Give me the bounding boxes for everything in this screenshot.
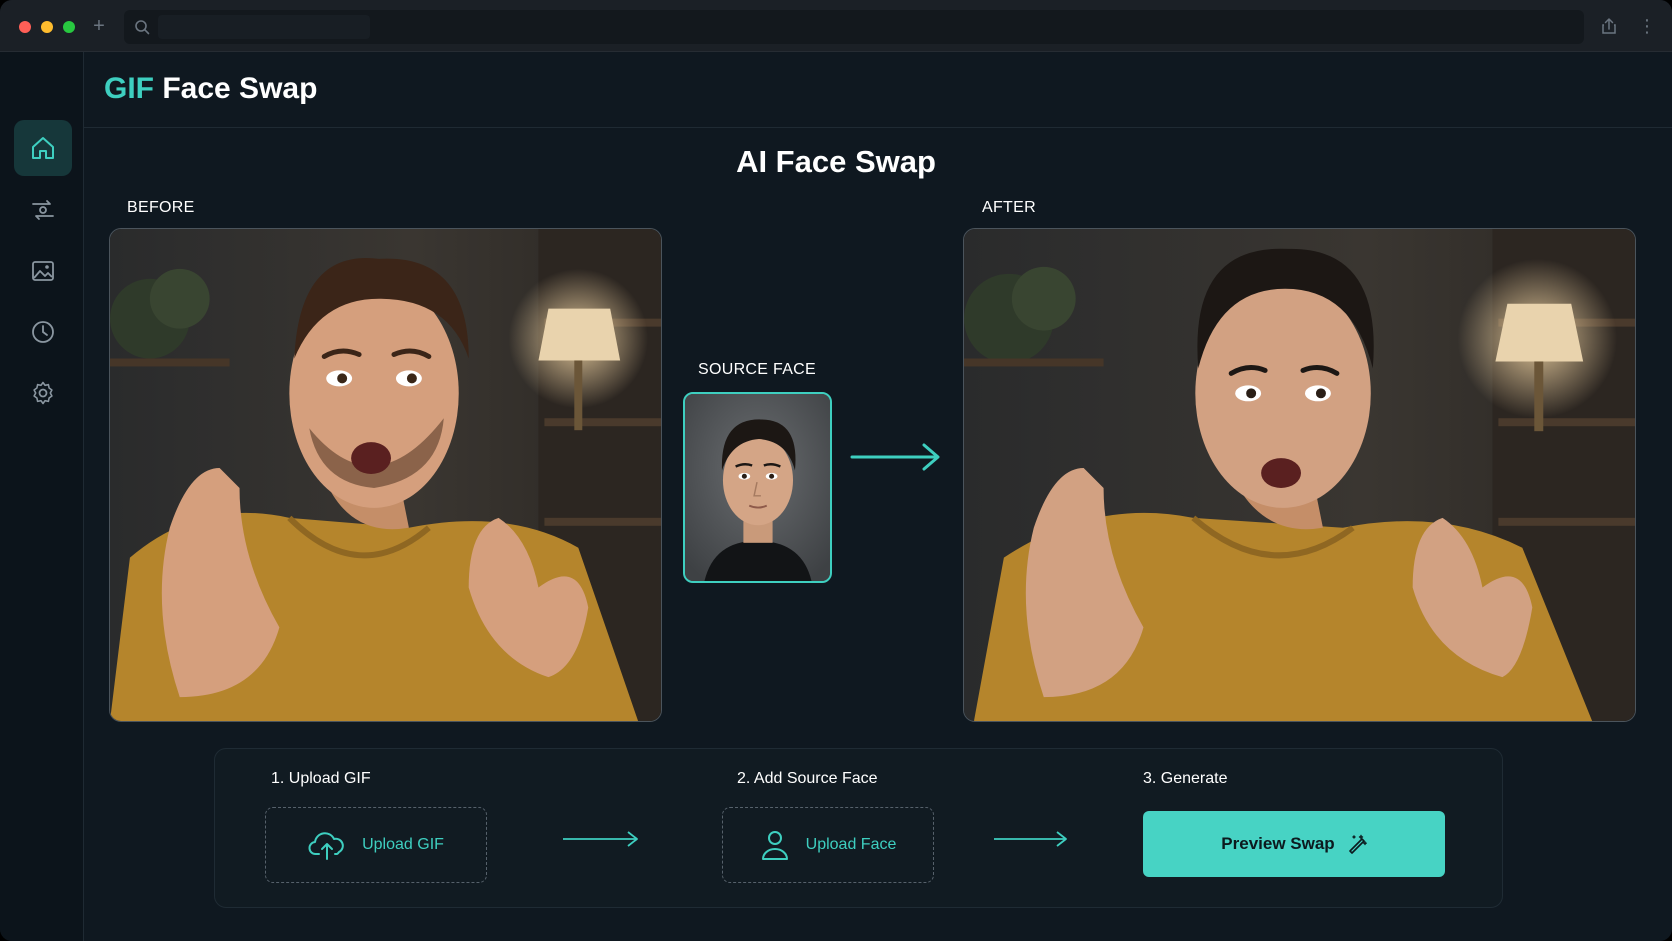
user-icon (761, 831, 788, 860)
sidebar-item-home[interactable] (14, 120, 72, 176)
upload-face-label: Upload Face (805, 836, 897, 853)
after-image (963, 228, 1636, 722)
upload-gif-button[interactable]: Upload GIF (265, 807, 487, 883)
step2-title: 2. Add Source Face (737, 770, 878, 787)
face-swap-icon (32, 200, 54, 220)
url-field[interactable] (158, 15, 370, 39)
step3-title: 3. Generate (1143, 770, 1228, 787)
app-header: GIF Face Swap (84, 52, 1672, 128)
minimize-window-button[interactable] (41, 21, 53, 33)
app-window: + ⋮ GIF Face Swap AI Face Swap BEFORE AF… (0, 0, 1672, 941)
preview-swap-label: Preview Swap (1221, 834, 1335, 853)
sidebar-item-settings[interactable] (14, 365, 72, 421)
maximize-window-button[interactable] (63, 21, 75, 33)
before-image (109, 228, 662, 722)
page-title: AI Face Swap (736, 144, 936, 179)
steps-panel: 1. Upload GIF Upload GIF 2. Add Source F… (214, 748, 1503, 908)
new-tab-icon[interactable]: + (89, 16, 109, 36)
search-icon (135, 20, 150, 35)
magic-wand-icon (1348, 834, 1367, 854)
step-arrow-icon (563, 831, 638, 847)
cloud-upload-icon (308, 832, 344, 860)
share-icon[interactable] (1600, 17, 1618, 35)
upload-face-button[interactable]: Upload Face (722, 807, 934, 883)
app-brand: GIF Face Swap (104, 72, 317, 106)
transform-arrow-icon (850, 443, 940, 471)
sidebar-item-history[interactable] (14, 304, 72, 360)
brand-name: Face Swap (162, 72, 318, 105)
source-face-photo (685, 394, 830, 581)
close-window-button[interactable] (19, 21, 31, 33)
source-face-label: SOURCE FACE (698, 361, 816, 378)
gallery-icon (32, 261, 54, 281)
upload-gif-label: Upload GIF (362, 836, 444, 853)
more-options-icon[interactable]: ⋮ (1638, 14, 1656, 38)
step-arrow-icon (994, 831, 1067, 847)
sidebar (0, 52, 84, 941)
sidebar-item-gallery[interactable] (14, 243, 72, 299)
before-label: BEFORE (127, 199, 195, 216)
browser-titlebar: + ⋮ (0, 0, 1672, 52)
address-bar[interactable] (124, 10, 1584, 44)
brand-accent: GIF (104, 72, 154, 105)
after-label: AFTER (982, 199, 1036, 216)
history-icon (32, 321, 54, 343)
settings-icon (33, 381, 53, 405)
step1-title: 1. Upload GIF (271, 770, 371, 787)
home-icon (32, 137, 54, 159)
sidebar-item-face-swap[interactable] (14, 182, 72, 238)
source-face-card[interactable] (683, 392, 832, 583)
preview-swap-button[interactable]: Preview Swap (1143, 811, 1445, 877)
after-gif-preview (964, 229, 1635, 721)
before-gif-preview (110, 229, 661, 721)
